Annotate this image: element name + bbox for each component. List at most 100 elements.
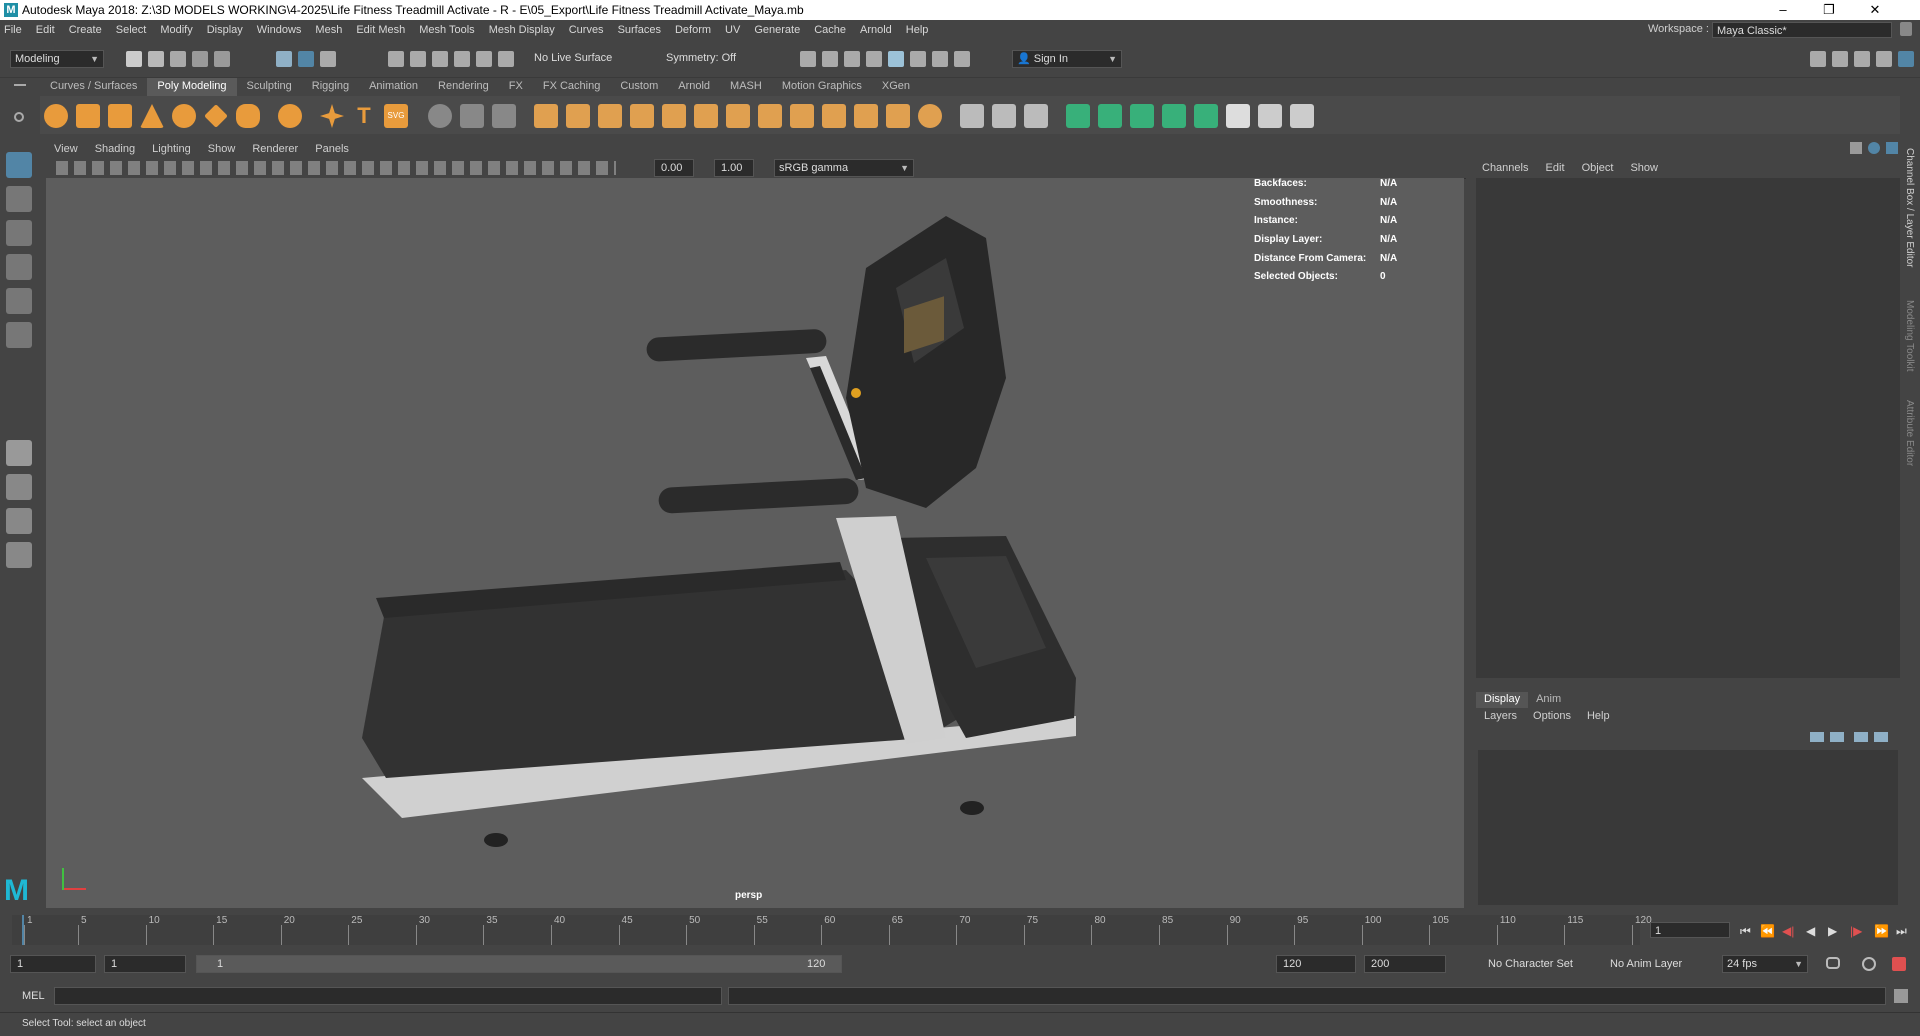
edge-loop-icon[interactable] (992, 104, 1016, 128)
sew-uv-icon[interactable] (1290, 104, 1314, 128)
go-to-start-icon[interactable]: ⏮ (1740, 924, 1751, 939)
reduce-icon[interactable] (662, 104, 686, 128)
expand-icon[interactable] (1886, 142, 1898, 154)
menu-generate[interactable]: Generate (754, 24, 800, 36)
render-current-icon[interactable] (822, 51, 838, 67)
select-object-icon[interactable] (298, 51, 314, 67)
menu-show[interactable]: Show (208, 143, 236, 155)
anim-layer-dropdown[interactable]: No Anim Layer (1610, 958, 1682, 970)
arnold-ipr-icon[interactable] (932, 51, 948, 67)
symmetry-label[interactable]: Symmetry: Off (666, 52, 736, 64)
character-controls-icon[interactable] (1832, 51, 1848, 67)
channel-box[interactable] (1476, 178, 1900, 678)
select-hierarchy-icon[interactable] (276, 51, 292, 67)
save-scene-icon[interactable] (170, 51, 186, 67)
new-scene-icon[interactable] (126, 51, 142, 67)
menu-mesh[interactable]: Mesh (315, 24, 342, 36)
move-tool-icon[interactable] (6, 254, 32, 280)
menu-channels[interactable]: Channels (1482, 162, 1528, 174)
time-slider[interactable]: 1 5 10 15 20 25 30 35 40 45 50 55 60 65 70 75 80 85 90 95 10… (12, 915, 1652, 945)
platonic-solid-icon[interactable] (278, 104, 302, 128)
current-frame-field[interactable]: 1 (1650, 922, 1730, 938)
lasso-tool-icon[interactable] (6, 186, 32, 212)
menu-set-dropdown[interactable]: Modeling ▼ (10, 50, 104, 68)
ipr-render-icon[interactable] (844, 51, 860, 67)
open-scene-icon[interactable] (148, 51, 164, 67)
panel-toolbar-icons[interactable] (56, 161, 616, 175)
step-back-key-icon[interactable]: ◀| (1782, 924, 1794, 938)
poly-cube-icon[interactable] (76, 104, 100, 128)
menu-cache[interactable]: Cache (814, 24, 846, 36)
menu-edit-mesh[interactable]: Edit Mesh (356, 24, 405, 36)
auto-key-icon[interactable] (1862, 957, 1876, 971)
tab-sculpting[interactable]: Sculpting (237, 78, 302, 96)
gamma-field[interactable]: 1.00 (714, 159, 754, 177)
render-settings-icon[interactable] (866, 51, 882, 67)
tab-fx-caching[interactable]: FX Caching (533, 78, 610, 96)
separate-icon[interactable] (566, 104, 590, 128)
tool-settings-icon[interactable] (1876, 51, 1892, 67)
outliner-layout-icon[interactable] (6, 542, 32, 568)
svg-icon[interactable]: SVG (384, 104, 408, 128)
script-editor-icon[interactable] (1894, 989, 1908, 1003)
menu-file[interactable]: File (4, 24, 22, 36)
fill-hole-icon[interactable] (758, 104, 782, 128)
cut-uv-icon[interactable] (1258, 104, 1282, 128)
smooth-icon[interactable] (598, 104, 622, 128)
menu-view[interactable]: View (54, 143, 78, 155)
fps-dropdown[interactable]: 24 fps ▼ (1722, 955, 1808, 973)
append-icon[interactable] (886, 104, 910, 128)
two-view-layout-icon[interactable] (6, 508, 32, 534)
help-icon[interactable] (1868, 142, 1880, 154)
go-to-end-icon[interactable]: ⏭ (1896, 924, 1907, 939)
mel-label[interactable]: MEL (22, 990, 45, 1002)
range-slider[interactable]: 1 120 (196, 955, 842, 973)
redo-icon[interactable] (214, 51, 230, 67)
shelf-menu-icon[interactable] (14, 84, 26, 86)
sign-in-button[interactable]: 👤 Sign In ▼ (1012, 50, 1122, 68)
select-tool-icon[interactable] (6, 152, 32, 178)
exposure-field[interactable]: 0.00 (654, 159, 694, 177)
menu-display[interactable]: Display (207, 24, 243, 36)
menu-object[interactable]: Object (1582, 162, 1614, 174)
sculpt-icon[interactable] (428, 104, 452, 128)
tab-rendering[interactable]: Rendering (428, 78, 499, 96)
poly-cylinder-icon[interactable] (108, 104, 132, 128)
close-button[interactable]: ✕ (1852, 0, 1898, 20)
new-layer-selected-icon[interactable] (1874, 732, 1888, 742)
snap-curve-icon[interactable] (410, 51, 426, 67)
tab-curves-surfaces[interactable]: Curves / Surfaces (40, 78, 147, 96)
text-icon[interactable]: T (352, 104, 376, 128)
poly-torus-icon[interactable] (172, 104, 196, 128)
attribute-editor-icon[interactable] (1854, 51, 1870, 67)
new-layer-icon[interactable] (1854, 732, 1868, 742)
checker-icon[interactable] (1226, 104, 1250, 128)
tab-xgen[interactable]: XGen (872, 78, 920, 96)
snap-grid-icon[interactable] (388, 51, 404, 67)
poly-disc-icon[interactable] (236, 104, 260, 128)
super-shape-icon[interactable] (320, 104, 344, 128)
menu-edit[interactable]: Edit (36, 24, 55, 36)
rotate-tool-icon[interactable] (6, 288, 32, 314)
menu-shading[interactable]: Shading (95, 143, 135, 155)
move-layer-up-icon[interactable] (1810, 732, 1824, 742)
anim-prefs-icon[interactable] (1892, 957, 1906, 971)
menu-help[interactable]: Help (906, 24, 929, 36)
extrude-icon[interactable] (822, 104, 846, 128)
hypershade-icon[interactable] (888, 51, 904, 67)
tab-mash[interactable]: MASH (720, 78, 772, 96)
extract-icon[interactable] (726, 104, 750, 128)
scale-tool-icon[interactable] (6, 322, 32, 348)
end-frame-field[interactable]: 200 (1364, 955, 1446, 973)
menu-deform[interactable]: Deform (675, 24, 711, 36)
menu-le-help[interactable]: Help (1587, 710, 1610, 722)
menu-cb-edit[interactable]: Edit (1546, 162, 1565, 174)
menu-arnold[interactable]: Arnold (860, 24, 892, 36)
bridge-icon[interactable] (854, 104, 878, 128)
merge-icon[interactable] (918, 104, 942, 128)
menu-create[interactable]: Create (69, 24, 102, 36)
paint-select-icon[interactable] (6, 220, 32, 246)
poly-cone-icon[interactable] (140, 104, 164, 128)
step-back-icon[interactable]: ⏪ (1760, 924, 1775, 938)
snap-live-icon[interactable] (498, 51, 514, 67)
